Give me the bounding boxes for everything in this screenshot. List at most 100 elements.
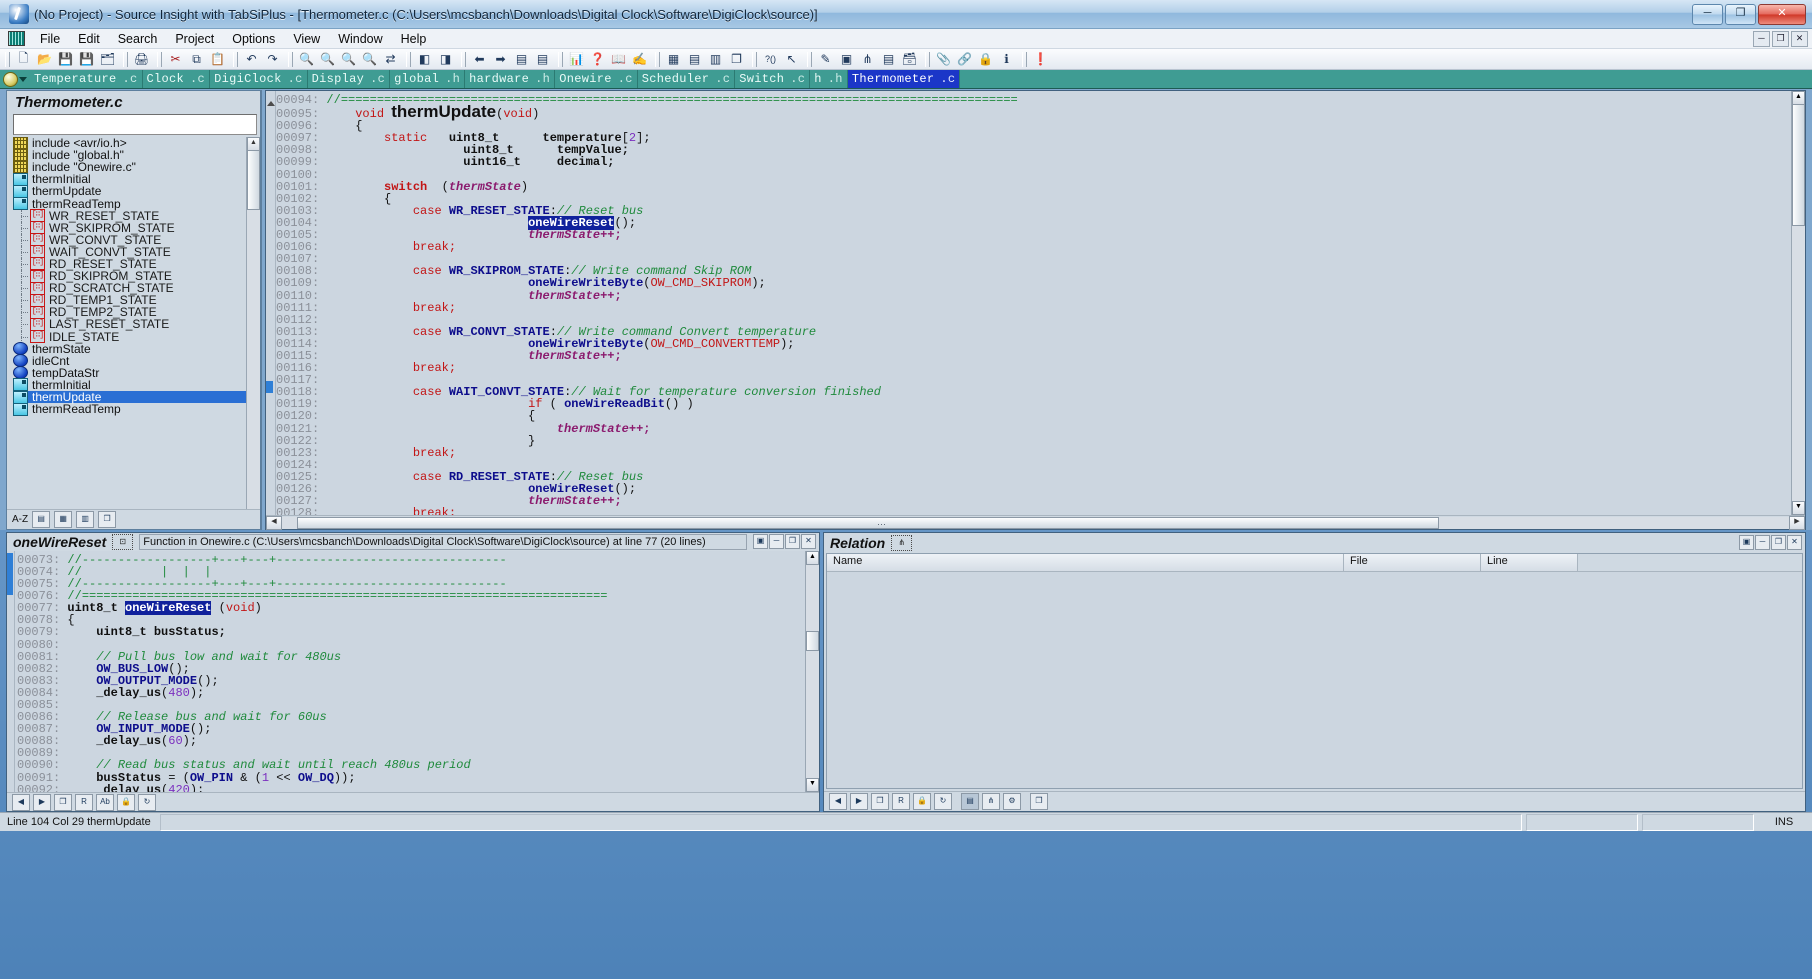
back-icon[interactable]: ⬅ [469,50,490,69]
color-view-button[interactable]: ▦ [54,511,73,528]
relation-table-body[interactable] [827,572,1802,788]
editor-horizontal-scrollbar[interactable]: ◀ ⋯ ▶ [266,515,1805,530]
symbol-info-icon[interactable]: ❓ [587,50,608,69]
forward-button[interactable]: ▶ [33,793,51,811]
export-button[interactable]: ❐ [1030,793,1048,810]
syntax-format-icon[interactable]: ?() [760,50,781,69]
editor-line[interactable]: 00127: thermState++; [276,495,1791,507]
lock-button[interactable]: 🔒 [913,793,931,810]
chart-icon[interactable]: 📊 [566,50,587,69]
minimize-button[interactable]: ─ [1755,535,1770,550]
paste-icon[interactable]: 📋 [207,50,228,69]
symbol-window-icon[interactable]: ▤ [878,50,899,69]
maximize-button[interactable]: ❐ [1725,3,1756,25]
scroll-down-icon[interactable]: ▼ [1792,501,1805,515]
editor-line[interactable]: 00095: void thermUpdate(void) [276,103,1791,120]
editor-line[interactable]: 00099: uint16_t decimal; [276,156,1791,168]
alphabet-button[interactable]: Ab [96,793,114,811]
restore-button[interactable]: ❐ [785,534,800,550]
save-icon[interactable]: 💾 [55,50,76,69]
sort-az-label[interactable]: A-Z [12,514,28,525]
pin-button[interactable]: ▣ [1739,535,1754,550]
menu-edit[interactable]: Edit [69,30,109,48]
bookmark-next-icon[interactable]: ◨ [435,50,456,69]
symbol-item-last-reset-state[interactable]: [∷] LAST_RESET_STATE [13,317,246,331]
find-in-files-icon[interactable]: 🔍 [359,50,380,69]
clip-icon[interactable]: 📎 [933,50,954,69]
tile-icon[interactable]: ▦ [663,50,684,69]
relation-column-name[interactable]: Name [827,554,1344,571]
scrollbar-thumb[interactable] [247,150,260,210]
editor-line[interactable]: 00115: thermState++; [276,350,1791,362]
file-tab-h[interactable]: h .h [810,70,848,88]
editor-line[interactable]: 00123: break; [276,447,1791,459]
menu-options[interactable]: Options [223,30,284,48]
bookmark-prev-icon[interactable]: ◧ [414,50,435,69]
editor-line[interactable]: 00128: break; [276,507,1791,515]
menu-window[interactable]: Window [329,30,391,48]
redo-icon[interactable]: ↷ [262,50,283,69]
scrollbar-thumb[interactable] [1792,104,1805,226]
tree-view-button[interactable]: ⋔ [982,793,1000,810]
relation-column-line[interactable]: Line [1481,554,1578,571]
close-button[interactable]: ✕ [1787,535,1802,550]
file-tab-thermometer[interactable]: Thermometer .c [847,70,961,88]
minimize-button[interactable]: ─ [1692,3,1723,25]
project-icon[interactable]: 🗃 [899,50,920,69]
copy-button[interactable]: ❐ [871,793,889,810]
context-line[interactable]: 00077: uint8_t oneWireReset (void) [17,601,805,616]
scroll-left-icon[interactable]: ◀ [266,515,282,530]
relation-window-icon[interactable]: ⋔ [857,50,878,69]
editor-line[interactable]: 00101: switch (thermState) [276,181,1791,193]
menu-help[interactable]: Help [392,30,436,48]
close-button[interactable]: ✕ [1758,3,1806,25]
new-file-icon[interactable]: 🗋 [13,50,34,69]
script-button[interactable]: R [75,793,93,811]
scroll-down-icon[interactable]: ▼ [806,778,819,793]
minimize-button[interactable]: ─ [769,534,784,550]
copy-icon[interactable]: ⧉ [186,50,207,69]
browse-icon[interactable]: 📖 [608,50,629,69]
link-icon[interactable]: 🔗 [954,50,975,69]
list-view-button[interactable]: ▤ [32,511,51,528]
restore-button[interactable]: ❐ [1771,535,1786,550]
scroll-up-icon[interactable]: ▲ [1792,91,1805,105]
doc-close-button[interactable]: ✕ [1791,30,1808,47]
close-button[interactable]: ✕ [801,534,816,550]
vertical-split-icon[interactable]: ▥ [705,50,726,69]
doc-minimize-button[interactable]: ─ [1753,30,1770,47]
hscroll-thumb[interactable] [297,516,1439,529]
doc-restore-button[interactable]: ❐ [1772,30,1789,47]
file-tab-scheduler[interactable]: Scheduler .c [638,70,736,88]
jump-to-def-icon[interactable]: ▤ [511,50,532,69]
lock-icon[interactable]: 🔒 [975,50,996,69]
symbol-list[interactable]: include <avr/io.h> include "global.h" incl… [7,137,246,509]
forward-button[interactable]: ▶ [850,793,868,810]
symbol-search-input[interactable] [13,114,257,135]
symbol-list-scrollbar[interactable]: ▲ [246,137,260,509]
file-tab-onewire[interactable]: Onewire .c [555,70,638,88]
file-tab-switch[interactable]: Switch .c [735,70,811,88]
jump-back-icon[interactable]: ▤ [532,50,553,69]
editor-line[interactable]: 00110: thermState++; [276,289,1791,302]
context-line[interactable]: 00092: _delay_us(420); [17,784,805,793]
close-file-icon[interactable]: 🗂 [97,50,118,69]
editor-line[interactable]: 00106: break; [276,241,1791,253]
scroll-right-icon[interactable]: ▶ [1789,515,1805,530]
file-tab-display[interactable]: Display .c [308,70,391,88]
context-vertical-scrollbar[interactable]: ▲ ▼ [805,550,819,793]
reference-icon[interactable]: ✍ [629,50,650,69]
editor-vertical-scrollbar[interactable]: ▲ ▼ [1791,91,1805,515]
editor-line[interactable]: 00111: break; [276,302,1791,314]
tab-menu-button[interactable] [0,70,30,88]
back-button[interactable]: ◀ [829,793,847,810]
graph-view-button[interactable]: ⚙ [1003,793,1021,810]
file-tab-digiclock[interactable]: DigiClock .c [210,70,308,88]
print-icon[interactable]: 🖨 [131,50,152,69]
scroll-up-icon[interactable]: ▲ [806,550,819,565]
symbol-item-idle-state[interactable]: [∷] IDLE_STATE [13,330,246,344]
outline-button[interactable]: ▥ [76,511,95,528]
info-icon[interactable]: ℹ [996,50,1017,69]
script-button[interactable]: R [892,793,910,810]
select-pointer-icon[interactable]: ↖ [781,50,802,69]
